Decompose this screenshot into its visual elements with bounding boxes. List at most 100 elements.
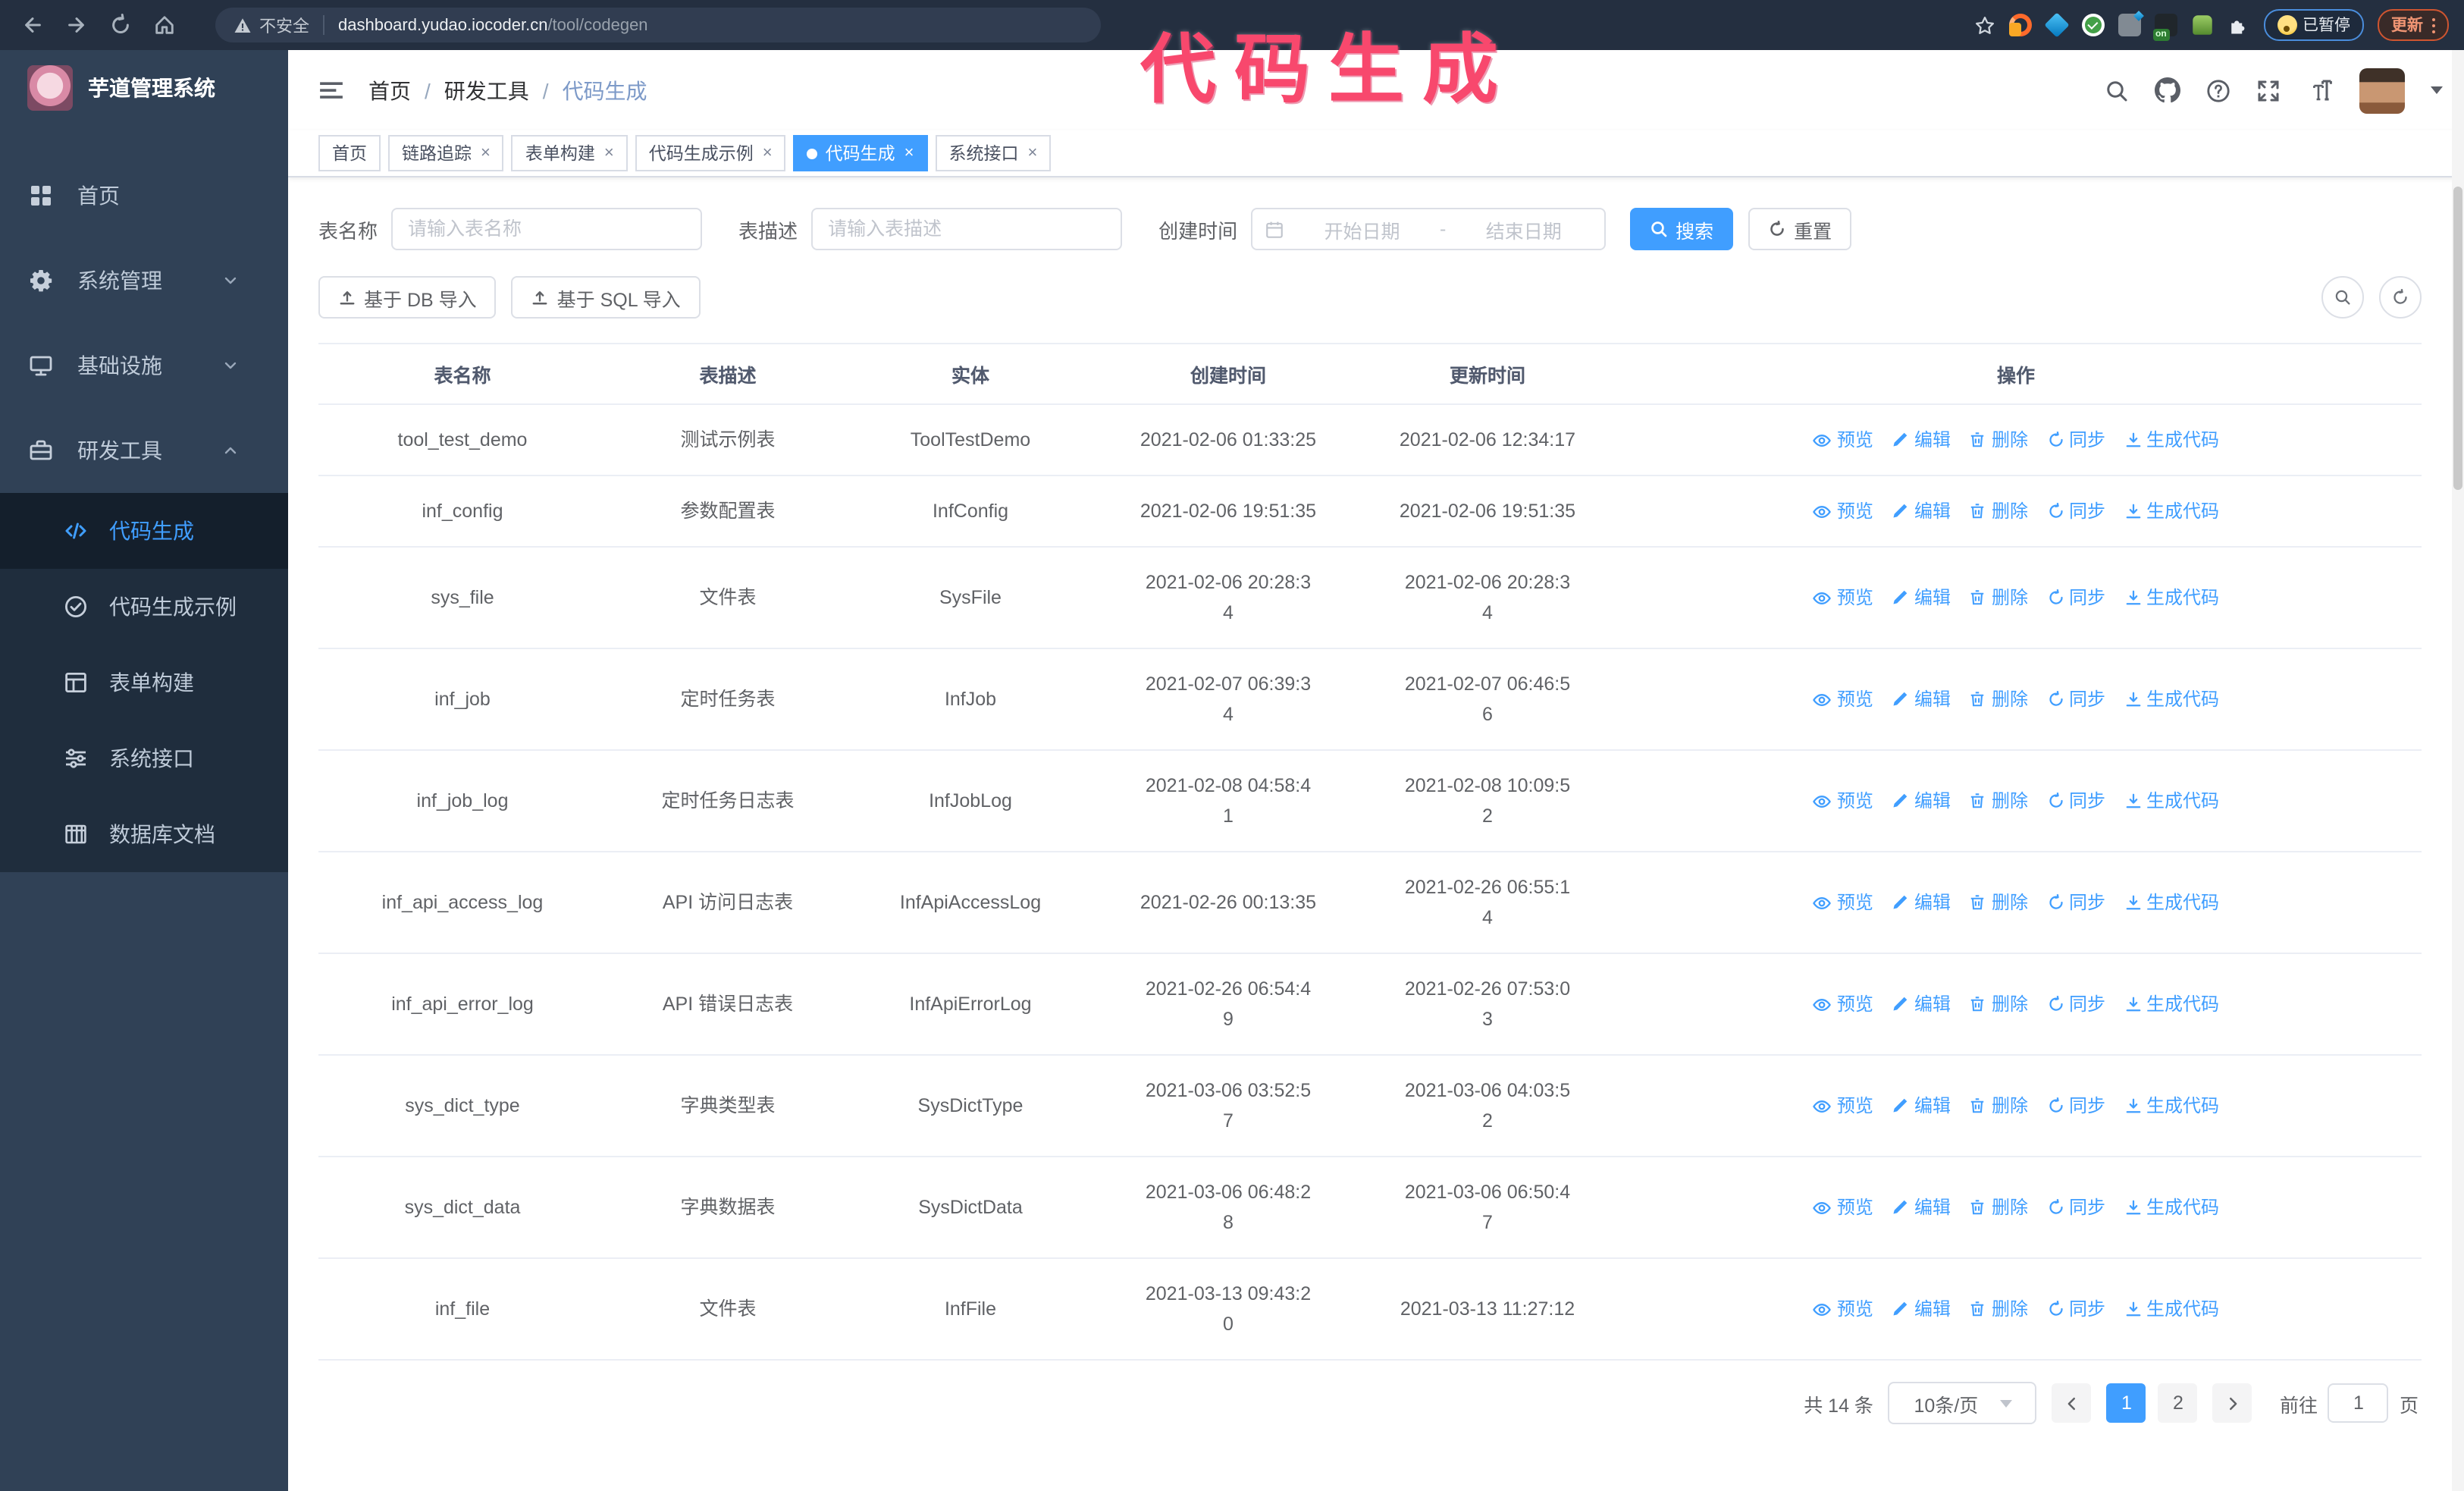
- fullscreen-icon[interactable]: [2256, 78, 2281, 102]
- generate-link[interactable]: 生成代码: [2124, 887, 2219, 918]
- page-scrollbar[interactable]: [2452, 50, 2464, 1491]
- edit-link[interactable]: 编辑: [1892, 887, 1951, 918]
- bookmark-star-icon[interactable]: [1973, 14, 1995, 36]
- generate-link[interactable]: 生成代码: [2124, 684, 2219, 714]
- table-name-input[interactable]: [391, 208, 703, 250]
- ext-gem-icon[interactable]: [2043, 12, 2069, 38]
- extensions-puzzle-icon[interactable]: [2227, 14, 2249, 36]
- search-icon[interactable]: [2105, 78, 2129, 102]
- import-sql-button[interactable]: 基于 SQL 导入: [511, 276, 701, 319]
- tab-close-icon[interactable]: ×: [481, 144, 491, 162]
- sidebar-subitem-sliders[interactable]: 系统接口: [0, 720, 288, 796]
- profile-paused-badge[interactable]: 已暂停: [2263, 9, 2364, 41]
- kebab-menu-icon[interactable]: [2432, 24, 2435, 27]
- generate-link[interactable]: 生成代码: [2124, 989, 2219, 1019]
- tab-item[interactable]: 代码生成 ×: [793, 135, 928, 171]
- prev-page-button[interactable]: [2052, 1383, 2092, 1423]
- edit-link[interactable]: 编辑: [1892, 684, 1951, 714]
- preview-link[interactable]: 预览: [1813, 786, 1873, 816]
- sidebar-item-dashboard[interactable]: 首页: [0, 153, 288, 238]
- github-icon[interactable]: [2155, 77, 2180, 103]
- page-size-select[interactable]: 10条/页: [1888, 1382, 2037, 1424]
- home-icon[interactable]: [153, 14, 176, 36]
- ext-grid-icon[interactable]: [2118, 11, 2143, 36]
- sync-link[interactable]: 同步: [2046, 684, 2105, 714]
- delete-link[interactable]: 删除: [1969, 1091, 2028, 1121]
- sync-link[interactable]: 同步: [2046, 496, 2105, 526]
- tab-item[interactable]: 表单构建 ×: [511, 135, 628, 171]
- preview-link[interactable]: 预览: [1813, 684, 1873, 714]
- ext-check-icon[interactable]: [2081, 14, 2104, 36]
- goto-page-input[interactable]: [2328, 1383, 2389, 1423]
- tab-close-icon[interactable]: ×: [763, 144, 773, 162]
- page-number-button[interactable]: 1: [2106, 1383, 2146, 1423]
- sync-link[interactable]: 同步: [2046, 989, 2105, 1019]
- tab-close-icon[interactable]: ×: [1028, 144, 1038, 162]
- preview-link[interactable]: 预览: [1813, 887, 1873, 918]
- generate-link[interactable]: 生成代码: [2124, 425, 2219, 455]
- reset-button[interactable]: 重置: [1748, 208, 1852, 250]
- edit-link[interactable]: 编辑: [1892, 425, 1951, 455]
- delete-link[interactable]: 删除: [1969, 989, 2028, 1019]
- sync-link[interactable]: 同步: [2046, 887, 2105, 918]
- next-page-button[interactable]: [2212, 1383, 2252, 1423]
- delete-link[interactable]: 删除: [1969, 1192, 2028, 1223]
- preview-link[interactable]: 预览: [1813, 1192, 1873, 1223]
- sidebar-item-monitor[interactable]: 基础设施: [0, 323, 288, 408]
- generate-link[interactable]: 生成代码: [2124, 582, 2219, 613]
- sidebar-subitem-form[interactable]: 表单构建: [0, 645, 288, 720]
- breadcrumb-item[interactable]: 首页: [368, 75, 411, 105]
- edit-link[interactable]: 编辑: [1892, 1091, 1951, 1121]
- sidebar-item-toolbox[interactable]: 研发工具: [0, 408, 288, 493]
- delete-link[interactable]: 删除: [1969, 496, 2028, 526]
- date-range-picker[interactable]: 开始日期 - 结束日期: [1251, 208, 1607, 250]
- browser-update-button[interactable]: 更新: [2378, 9, 2449, 41]
- sidebar-subitem-check-circle[interactable]: 代码生成示例: [0, 569, 288, 645]
- forward-icon[interactable]: [65, 14, 88, 36]
- sync-link[interactable]: 同步: [2046, 582, 2105, 613]
- refresh-table-icon[interactable]: [2379, 276, 2422, 319]
- tab-item[interactable]: 代码生成示例 ×: [635, 135, 786, 171]
- page-number-button[interactable]: 2: [2158, 1383, 2198, 1423]
- edit-link[interactable]: 编辑: [1892, 786, 1951, 816]
- delete-link[interactable]: 删除: [1969, 582, 2028, 613]
- sidebar-item-gear[interactable]: 系统管理: [0, 238, 288, 323]
- preview-link[interactable]: 预览: [1813, 989, 1873, 1019]
- generate-link[interactable]: 生成代码: [2124, 496, 2219, 526]
- edit-link[interactable]: 编辑: [1892, 582, 1951, 613]
- edit-link[interactable]: 编辑: [1892, 1192, 1951, 1223]
- preview-link[interactable]: 预览: [1813, 582, 1873, 613]
- sync-link[interactable]: 同步: [2046, 425, 2105, 455]
- ext-orange-icon[interactable]: [2008, 14, 2031, 36]
- edit-link[interactable]: 编辑: [1892, 989, 1951, 1019]
- hamburger-icon[interactable]: [318, 77, 344, 103]
- ext-green-icon[interactable]: [2192, 15, 2212, 35]
- font-size-icon[interactable]: [2306, 78, 2334, 102]
- toggle-search-icon[interactable]: [2321, 276, 2364, 319]
- edit-link[interactable]: 编辑: [1892, 496, 1951, 526]
- search-button[interactable]: 搜索: [1630, 208, 1734, 250]
- generate-link[interactable]: 生成代码: [2124, 786, 2219, 816]
- user-avatar[interactable]: [2359, 67, 2405, 113]
- delete-link[interactable]: 删除: [1969, 786, 2028, 816]
- edit-link[interactable]: 编辑: [1892, 1294, 1951, 1324]
- sync-link[interactable]: 同步: [2046, 1294, 2105, 1324]
- delete-link[interactable]: 删除: [1969, 684, 2028, 714]
- preview-link[interactable]: 预览: [1813, 1294, 1873, 1324]
- tab-item[interactable]: 系统接口 ×: [935, 135, 1052, 171]
- generate-link[interactable]: 生成代码: [2124, 1192, 2219, 1223]
- preview-link[interactable]: 预览: [1813, 1091, 1873, 1121]
- reload-icon[interactable]: [109, 14, 132, 36]
- sync-link[interactable]: 同步: [2046, 1091, 2105, 1121]
- generate-link[interactable]: 生成代码: [2124, 1091, 2219, 1121]
- sync-link[interactable]: 同步: [2046, 786, 2105, 816]
- delete-link[interactable]: 删除: [1969, 887, 2028, 918]
- preview-link[interactable]: 预览: [1813, 425, 1873, 455]
- tab-close-icon[interactable]: ×: [904, 144, 914, 162]
- import-db-button[interactable]: 基于 DB 导入: [318, 276, 497, 319]
- sidebar-subitem-tablecols[interactable]: 数据库文档: [0, 796, 288, 872]
- scrollbar-thumb[interactable]: [2453, 187, 2462, 490]
- tab-close-icon[interactable]: ×: [604, 144, 614, 162]
- preview-link[interactable]: 预览: [1813, 496, 1873, 526]
- user-menu-caret-icon[interactable]: [2431, 86, 2443, 94]
